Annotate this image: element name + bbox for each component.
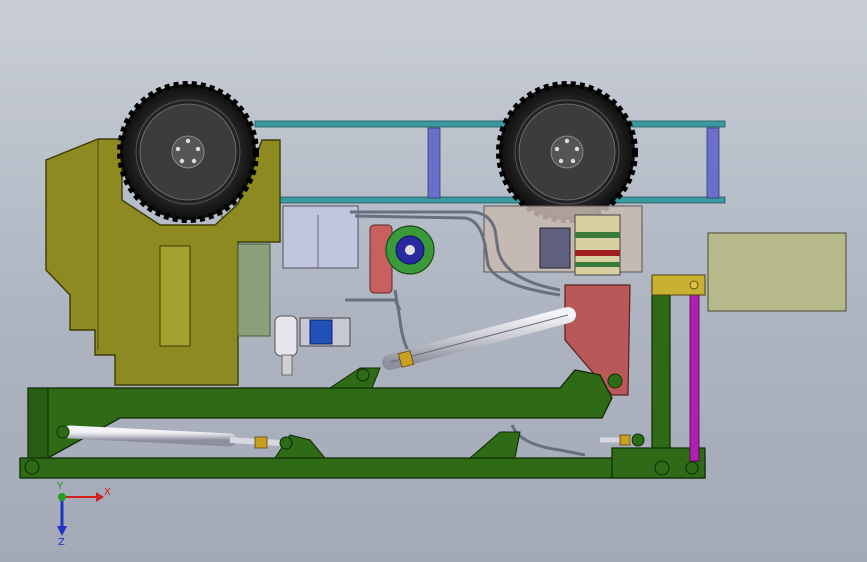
tilt-cylinder[interactable]	[509, 434, 640, 446]
lift-cylinder-lower[interactable]	[63, 425, 281, 449]
rear-wheel[interactable]	[117, 81, 259, 223]
y-axis-label: Y	[56, 481, 64, 492]
control-valve[interactable]	[274, 315, 351, 376]
axis-triad: X Y Z	[56, 481, 111, 548]
hydraulic-tank[interactable]	[282, 205, 359, 269]
cab-window	[159, 245, 191, 347]
magenta-link[interactable]	[689, 284, 700, 462]
x-axis-label: X	[104, 487, 111, 498]
lift-cylinder-upper[interactable]	[382, 307, 576, 370]
bracket-pivot	[607, 373, 623, 389]
frame-post-right	[706, 127, 720, 199]
frame-upright	[651, 279, 671, 459]
y-axis-dot	[58, 493, 66, 501]
chassis-frame[interactable]	[254, 120, 726, 204]
cab-side-panel	[237, 243, 271, 337]
pump-motor[interactable]	[369, 224, 435, 294]
implement-panel[interactable]	[707, 232, 847, 312]
z-axis-label: Z	[58, 537, 65, 548]
steering-gearbox[interactable]	[483, 205, 643, 276]
front-wheel[interactable]	[496, 81, 638, 223]
frame-post-left	[427, 127, 441, 199]
cad-viewport[interactable]: X Y Z	[0, 0, 867, 562]
assembly-drawing[interactable]: X Y Z	[0, 0, 867, 562]
